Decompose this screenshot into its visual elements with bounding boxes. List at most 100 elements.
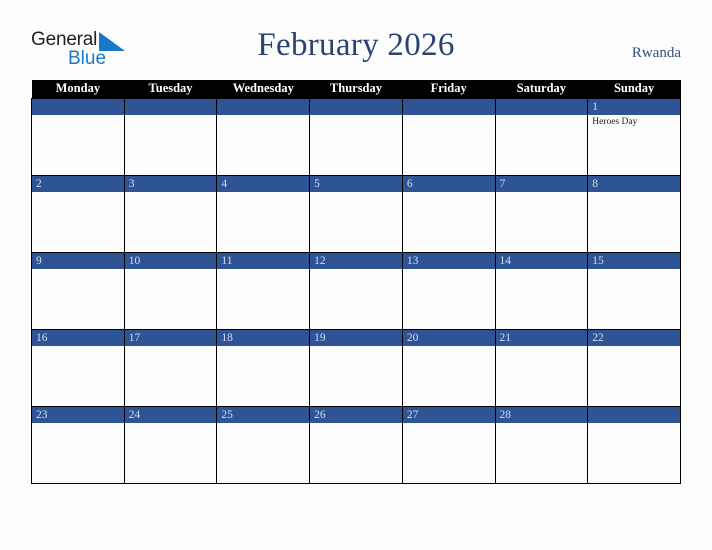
day-cell-content: 1 Heroes Day [588, 98, 680, 175]
calendar-day-cell[interactable]: 2 [31, 175, 125, 253]
calendar-day-cell[interactable]: 18 [216, 329, 311, 407]
day-cell-content: 4 [217, 175, 310, 252]
weekday-header-saturday: Saturday [495, 80, 588, 98]
day-events [310, 346, 402, 348]
day-number: 13 [402, 252, 495, 269]
day-events [403, 115, 495, 117]
calendar-day-cell[interactable]: 20 [401, 329, 496, 407]
calendar-day-cell[interactable]: 8 [587, 175, 681, 253]
day-events [217, 423, 309, 425]
day-cell-content: 20 [402, 329, 495, 406]
weekday-header-thursday: Thursday [309, 80, 403, 98]
calendar-day-cell[interactable]: 7 [494, 175, 589, 253]
calendar-day-cell[interactable]: 4 [216, 175, 311, 253]
day-number: 21 [495, 329, 588, 346]
day-cell-content: 8 [588, 175, 680, 252]
calendar-header-row-group: Monday Tuesday Wednesday Thursday Friday… [31, 80, 681, 98]
day-cell-content: 3 [124, 175, 217, 252]
calendar-day-cell[interactable]: 10 [123, 252, 218, 330]
day-events [125, 115, 217, 117]
day-cell-content: 28 [495, 406, 588, 483]
day-number: 15 [588, 252, 680, 269]
calendar-week-row: 2345678 [31, 175, 681, 253]
calendar-day-cell[interactable]: 14 [494, 252, 589, 330]
day-number [217, 98, 310, 115]
calendar-day-cell[interactable]: 28 [494, 406, 589, 484]
day-number: 16 [32, 329, 124, 346]
day-events [588, 269, 680, 271]
day-number [124, 98, 217, 115]
calendar-day-cell[interactable]: 12 [309, 252, 403, 330]
calendar-day-cell[interactable]: 11 [216, 252, 311, 330]
day-number: 28 [495, 406, 588, 423]
calendar-day-cell[interactable]: 5 [309, 175, 403, 253]
day-events [125, 346, 217, 348]
day-number: 10 [124, 252, 217, 269]
calendar-day-cell[interactable]: 13 [401, 252, 496, 330]
day-events [125, 192, 217, 194]
calendar-day-cell[interactable]: 15 [587, 252, 681, 330]
calendar-day-cell[interactable]: 22 [587, 329, 681, 407]
calendar-day-cell[interactable]: 24 [123, 406, 218, 484]
calendar-day-cell[interactable]: 1 Heroes Day [587, 97, 681, 176]
day-cell-content: 6 [402, 175, 495, 252]
day-number: 22 [588, 329, 680, 346]
day-events: Heroes Day [588, 115, 680, 128]
day-cell-content: 15 [588, 252, 680, 329]
day-events [496, 346, 588, 348]
calendar-day-cell[interactable]: 19 [309, 329, 403, 407]
calendar-day-cell[interactable] [309, 97, 403, 176]
day-events [32, 346, 124, 348]
calendar-day-cell[interactable]: 9 [31, 252, 125, 330]
weekday-header-tuesday: Tuesday [124, 80, 217, 98]
day-cell-content: 10 [124, 252, 217, 329]
weekday-header-sunday: Sunday [587, 80, 681, 98]
day-cell-content: 21 [495, 329, 588, 406]
calendar-day-cell[interactable]: 25 [216, 406, 311, 484]
day-events [32, 192, 124, 194]
day-cell-content: 18 [217, 329, 310, 406]
calendar-day-cell[interactable] [216, 97, 311, 176]
calendar-day-cell[interactable] [494, 97, 589, 176]
weekday-header-monday: Monday [31, 80, 125, 98]
day-cell-content: 24 [124, 406, 217, 483]
day-events [310, 423, 402, 425]
day-number: 17 [124, 329, 217, 346]
day-events [217, 192, 309, 194]
calendar-body: 1 Heroes Day 2 3 4 5 6 7 8 9 10 11 12 13 14 15 16 17 18 19 2… [31, 97, 681, 484]
calendar-day-cell[interactable]: 17 [123, 329, 218, 407]
calendar-day-cell[interactable] [123, 97, 218, 176]
holiday-event-label: Heroes Day [592, 116, 638, 127]
day-number: 2 [32, 175, 124, 192]
calendar-day-cell[interactable]: 3 [123, 175, 218, 253]
day-cell-content [217, 98, 310, 175]
calendar-day-cell[interactable]: 6 [401, 175, 496, 253]
day-cell-content: 7 [495, 175, 588, 252]
calendar-day-cell[interactable]: 26 [309, 406, 403, 484]
calendar-day-cell[interactable] [401, 97, 496, 176]
calendar-day-cell[interactable]: 23 [31, 406, 125, 484]
day-number: 27 [402, 406, 495, 423]
day-cell-content: 22 [588, 329, 680, 406]
day-number [310, 98, 402, 115]
day-cell-content [32, 98, 124, 175]
day-number: 25 [217, 406, 310, 423]
country-label: Rwanda [631, 45, 681, 61]
day-events [496, 269, 588, 271]
weekday-header-row: Monday Tuesday Wednesday Thursday Friday… [31, 80, 681, 98]
day-events [310, 269, 402, 271]
calendar-day-cell[interactable] [31, 97, 125, 176]
day-number [402, 98, 495, 115]
calendar-day-cell[interactable]: 27 [401, 406, 496, 484]
day-cell-content [402, 98, 495, 175]
day-events [32, 115, 124, 117]
weekday-header-friday: Friday [402, 80, 496, 98]
day-number: 11 [217, 252, 310, 269]
calendar-day-cell[interactable]: 16 [31, 329, 125, 407]
day-number: 18 [217, 329, 310, 346]
calendar-day-cell[interactable]: 21 [494, 329, 589, 407]
day-events [496, 115, 588, 117]
calendar-day-cell[interactable] [587, 406, 681, 484]
day-cell-content [310, 98, 402, 175]
day-events [588, 423, 680, 425]
